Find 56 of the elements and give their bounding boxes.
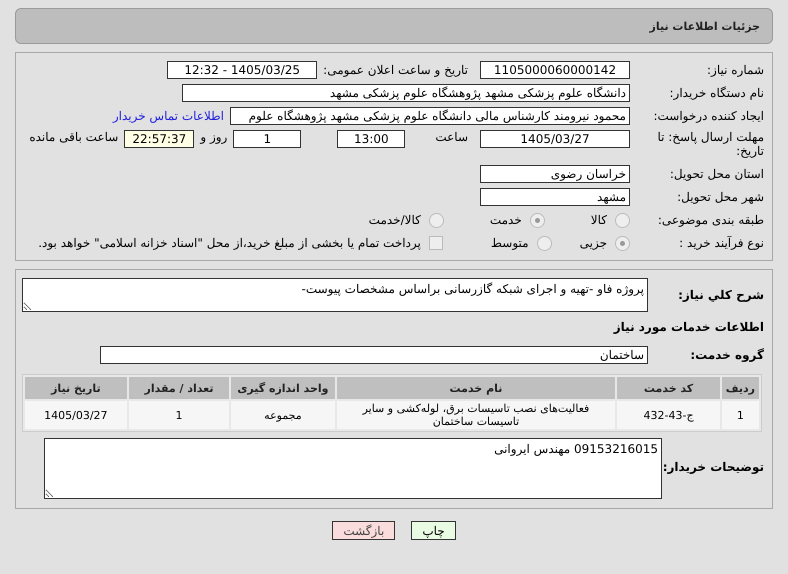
field-label: گروه خدمت:	[689, 348, 765, 362]
column-header: نام خدمت	[336, 377, 616, 399]
province-field: خراسان رضوی	[480, 165, 630, 183]
column-header: تعداد / مقدار	[128, 377, 230, 399]
radio-button[interactable]	[615, 236, 630, 250]
field-label: ساعت باقی مانده	[29, 130, 118, 144]
field-label: روز و	[200, 130, 228, 144]
field-label: تاریخ و ساعت اعلان عمومی:	[323, 63, 468, 77]
field-label: مهلت ارسال پاسخ: تا تاریخ:	[656, 130, 765, 158]
column-header: کد خدمت	[617, 377, 720, 399]
service-group-field: ساختمان	[100, 346, 648, 364]
field-label: شهر محل تحویل:	[676, 190, 765, 204]
field-label: شرح کلي نياز:	[677, 287, 765, 302]
radio-button[interactable]	[530, 212, 545, 228]
option-label: جزیی	[580, 236, 607, 250]
need-number-field: 1105000060000142	[480, 61, 630, 79]
remaining-time-field: 22:57:37	[124, 130, 194, 148]
radio-button[interactable]	[428, 212, 444, 228]
back-button[interactable]: بازگشت	[332, 521, 396, 540]
deadline-time-field: 13:00	[337, 130, 406, 148]
radio-button[interactable]	[615, 212, 630, 228]
summary-field[interactable]: پروژه فاو -تهیه و اجرای شبکه گازرسانی براساس مشخصات پیوست-	[22, 278, 648, 312]
option-label: کالا/خدمت	[368, 213, 421, 227]
option-label: متوسط	[490, 236, 529, 250]
option-label: خدمت	[490, 213, 522, 227]
deadline-date-field: 1405/03/27	[480, 130, 630, 148]
table-cell: 1	[128, 401, 230, 429]
table-cell: فعالیت‌های نصب تاسیسات برق، لوله‌کشی و سایر تاسیسات ساختمان	[336, 401, 616, 429]
field-label: ساعت	[435, 130, 468, 144]
page-title: جزئیات اطلاعات نیاز	[650, 20, 760, 32]
field-label: ایجاد کننده درخواست:	[652, 109, 765, 123]
table-cell: 1405/03/27	[25, 401, 127, 429]
field-label: نام دستگاه خریدار:	[668, 86, 765, 100]
field-label: استان محل تحویل:	[668, 167, 765, 181]
table-cell: 1	[722, 401, 759, 429]
column-header: ردیف	[722, 377, 759, 399]
print-button[interactable]: چاپ	[411, 521, 456, 540]
table-cell: ج-43-432	[617, 401, 720, 429]
option-label: کالا	[590, 213, 607, 227]
section-heading: اطلاعات خدمات مورد نیاز	[612, 320, 765, 334]
radio-button[interactable]	[536, 236, 552, 250]
checkbox[interactable]	[428, 236, 443, 250]
field-label: شماره نیاز:	[706, 63, 765, 77]
option-label: پرداخت تمام یا بخشی از مبلغ خرید،از محل "اسناد خزانه اسلامی" خواهد بود.	[38, 236, 421, 250]
field-label: طبقه بندی موضوعی:	[656, 213, 765, 227]
table-cell: مجموعه	[231, 401, 335, 429]
buyer-notes-field[interactable]: 09153216015 مهندس ایروانی	[44, 438, 662, 499]
buyer-contact-link[interactable]: اطلاعات تماس خریدار	[112, 109, 224, 123]
column-header: واحد اندازه گیری	[231, 377, 335, 399]
city-field: مشهد	[480, 188, 630, 206]
field-label: نوع فرآیند خرید :	[678, 236, 765, 250]
requester-field: محمود نیرومند کارشناس مالی دانشگاه علوم پزشکی مشهد پژوهشگاه علوم	[230, 107, 630, 125]
announce-date-field: 1405/03/25 - 12:32	[167, 61, 318, 79]
days-field: 1	[233, 130, 302, 148]
column-header: تاریخ نیاز	[25, 377, 127, 399]
buyer-org-field: دانشگاه علوم پزشکی مشهد پژوهشگاه علوم پزشکی مشهد	[182, 84, 630, 102]
